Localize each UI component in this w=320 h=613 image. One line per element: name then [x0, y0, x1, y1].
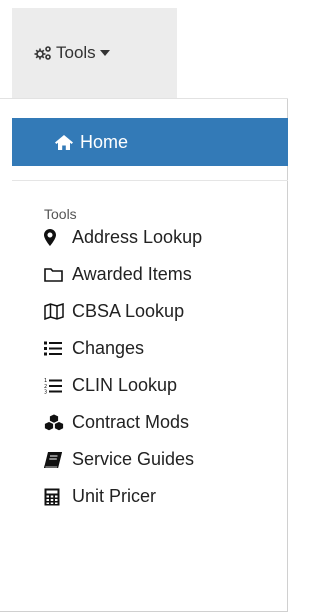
- cubes-icon: [44, 413, 64, 433]
- nav-item-home-label: Home: [80, 131, 129, 152]
- menu-item-service-guides[interactable]: Service Guides: [44, 441, 288, 478]
- top-bar: Tools: [0, 0, 288, 99]
- menu-item-label: CLIN Lookup: [72, 375, 178, 395]
- menu-item-contract-mods[interactable]: Contract Mods: [44, 404, 288, 441]
- book-icon: [44, 450, 64, 470]
- list-icon: [44, 339, 64, 359]
- sidebar-panel: Tools Home Tools Address Lookup Awarded …: [0, 0, 288, 612]
- map-icon: [44, 302, 64, 322]
- caret-down-icon: [99, 50, 110, 56]
- menu-item-label: Service Guides: [72, 449, 195, 469]
- folder-icon: [44, 265, 64, 285]
- menu-item-label: CBSA Lookup: [72, 301, 185, 321]
- menu-item-label: Unit Pricer: [72, 486, 157, 506]
- menu-item-cbsa-lookup[interactable]: CBSA Lookup: [44, 293, 288, 330]
- menu-item-awarded-items[interactable]: Awarded Items: [44, 256, 288, 293]
- nav-item-home[interactable]: Home: [12, 118, 288, 166]
- tools-dropdown-button[interactable]: Tools: [12, 8, 177, 98]
- map-marker-icon: [44, 228, 64, 248]
- menu-item-changes[interactable]: Changes: [44, 330, 288, 367]
- tools-dropdown-label: Tools: [56, 43, 96, 62]
- calculator-icon: [44, 487, 64, 507]
- tools-menu-list: Address Lookup Awarded Items CBSA Lookup: [44, 219, 288, 515]
- ordered-list-icon: 123: [44, 376, 64, 396]
- menu-item-label: Changes: [72, 338, 145, 358]
- menu-item-unit-pricer[interactable]: Unit Pricer: [44, 478, 288, 515]
- menu-item-label: Contract Mods: [72, 412, 190, 432]
- menu-item-address-lookup[interactable]: Address Lookup: [44, 219, 288, 256]
- cogs-icon: [33, 45, 53, 61]
- menu-item-clin-lookup[interactable]: 123 CLIN Lookup: [44, 367, 288, 404]
- menu-item-label: Awarded Items: [72, 264, 192, 284]
- home-icon: [55, 134, 73, 150]
- menu-item-label: Address Lookup: [72, 227, 203, 247]
- svg-text:3: 3: [44, 390, 47, 395]
- divider: [12, 180, 288, 181]
